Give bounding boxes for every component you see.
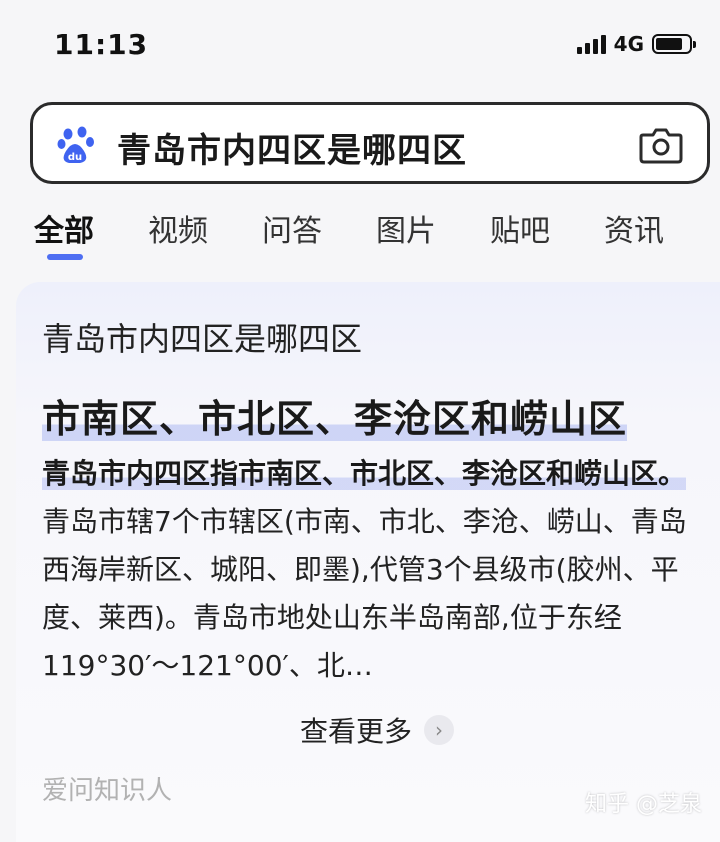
answer-detail: 青岛市辖7个市辖区(市南、市北、李沧、崂山、青岛西海岸新区、城阳、即墨),代管3… [42, 505, 687, 682]
status-time: 11:13 [54, 28, 149, 61]
active-tab-indicator [47, 254, 83, 260]
view-more-button[interactable]: 查看更多 › [300, 710, 455, 750]
battery-icon [652, 34, 696, 54]
status-indicators: 4G [576, 32, 696, 56]
tab-video[interactable]: 视频 [148, 206, 208, 250]
network-type: 4G [613, 32, 644, 56]
watermark: 知乎 @芝泉 [585, 792, 702, 817]
answer-headline: 市南区、市北区、李沧区和崂山区 [42, 388, 628, 443]
chevron-right-icon: › [424, 715, 455, 745]
camera-icon[interactable] [639, 125, 683, 165]
tab-all[interactable]: 全部 [34, 206, 94, 250]
tab-tieba[interactable]: 贴吧 [490, 206, 550, 250]
result-title[interactable]: 青岛市内四区是哪四区 [42, 314, 362, 360]
search-tabs: 全部 视频 问答 图片 贴吧 资讯 [0, 196, 720, 266]
tab-images[interactable]: 图片 [376, 206, 436, 250]
signal-icon [576, 34, 606, 54]
search-input[interactable]: du 青岛市内四区是哪四区 [30, 102, 710, 184]
result-source[interactable]: 爱问知识人 [42, 770, 172, 807]
tab-qa[interactable]: 问答 [262, 206, 322, 250]
answer-card: 青岛市内四区是哪四区 市南区、市北区、李沧区和崂山区 青岛市内四区指市南区、市北… [16, 282, 720, 842]
answer-body: 青岛市内四区指市南区、市北区、李沧区和崂山区。青岛市辖7个市辖区(市南、市北、李… [42, 450, 692, 690]
view-more-label: 查看更多 [300, 715, 413, 748]
svg-text:du: du [68, 152, 82, 163]
search-query: 青岛市内四区是哪四区 [117, 131, 467, 171]
tab-news[interactable]: 资讯 [604, 206, 664, 250]
status-bar: 11:13 4G [0, 0, 720, 90]
baidu-paw-icon: du [57, 126, 94, 163]
answer-text: 市南区、市北区、李沧区和崂山区 [42, 397, 628, 441]
answer-lead: 青岛市内四区指市南区、市北区、李沧区和崂山区。 [42, 457, 687, 490]
